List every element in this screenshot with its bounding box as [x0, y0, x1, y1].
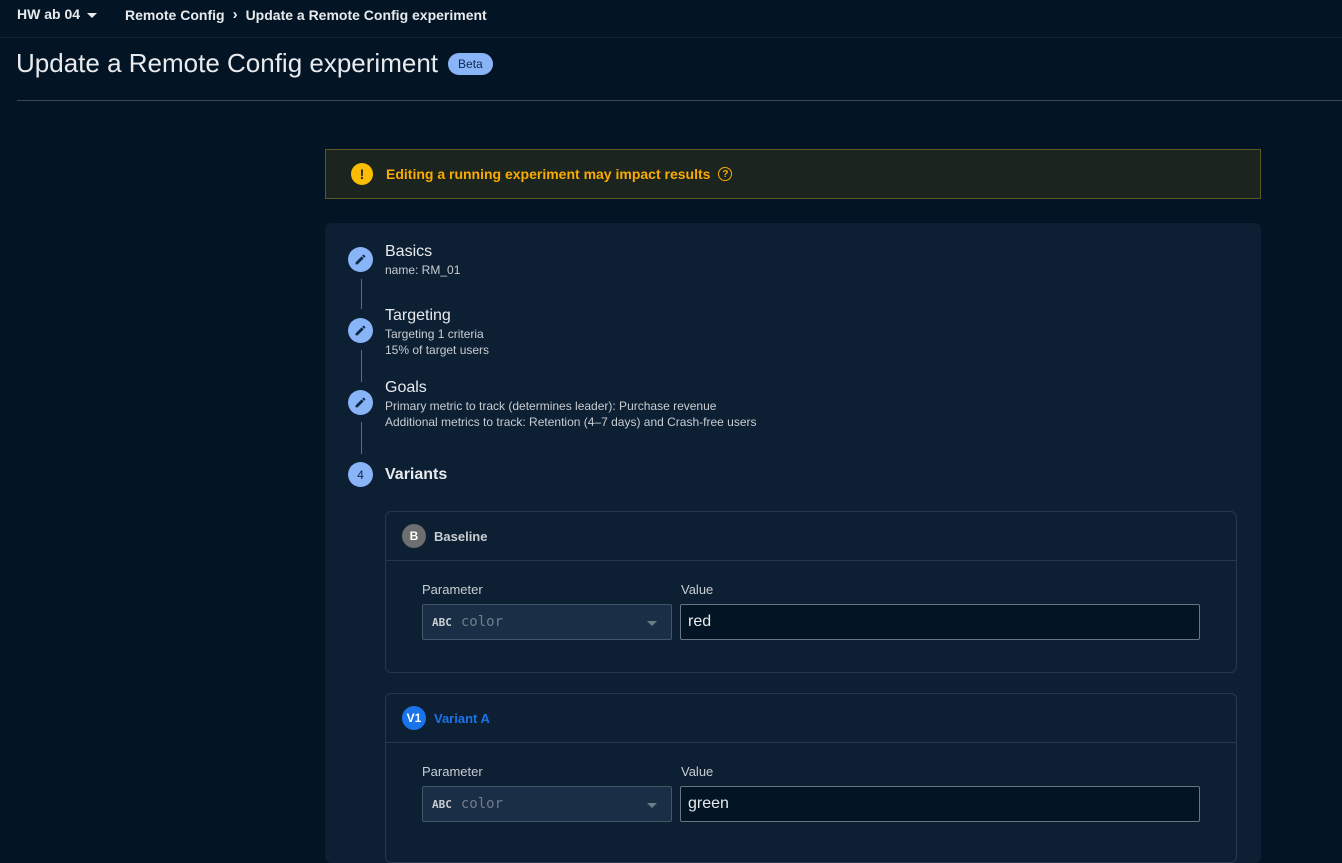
breadcrumb-remote-config[interactable]: Remote Config: [125, 7, 225, 23]
step-targeting-title: Targeting: [385, 307, 451, 324]
top-bar: HW ab 04 Remote Config › Update a Remote…: [0, 0, 1342, 38]
step-goals-title: Goals: [385, 379, 427, 396]
step-basics-detail: name: RM_01: [385, 263, 461, 277]
value-label: Value: [681, 764, 714, 779]
step-goals-detail: Additional metrics to track: Retention (…: [385, 415, 757, 429]
step-connector: [361, 422, 362, 454]
value-input[interactable]: [680, 786, 1200, 822]
edit-icon: [355, 325, 366, 336]
parameter-name: color: [460, 614, 504, 630]
parameter-label: Parameter: [422, 582, 483, 597]
page-header: Update a Remote Config experiment Beta: [16, 48, 493, 79]
step-goals-detail: Primary metric to track (determines lead…: [385, 399, 717, 413]
chevron-down-icon: [647, 621, 657, 626]
variant-name: Variant A: [434, 710, 490, 726]
experiment-card: Basics name: RM_01 Targeting Targeting 1…: [325, 223, 1261, 863]
warning-text: Editing a running experiment may impact …: [386, 166, 711, 182]
step-connector: [361, 350, 362, 382]
step-connector: [361, 279, 362, 309]
edit-icon: [355, 397, 366, 408]
edit-goals-button[interactable]: [348, 390, 373, 415]
project-selector[interactable]: HW ab 04: [17, 6, 98, 22]
value-input[interactable]: [680, 604, 1200, 640]
parameter-label: Parameter: [422, 764, 483, 779]
beta-badge: Beta: [448, 52, 493, 75]
exclamation-icon: !: [351, 163, 373, 185]
breadcrumb-current: Update a Remote Config experiment: [245, 6, 487, 23]
step-targeting-detail: 15% of target users: [385, 343, 490, 357]
parameter-select[interactable]: ABC color: [422, 786, 672, 822]
title-divider: [17, 100, 1342, 101]
variant-badge: B: [402, 524, 426, 548]
value-label: Value: [681, 582, 714, 597]
page-title: Update a Remote Config experiment: [16, 48, 439, 78]
chevron-down-icon: [647, 803, 657, 808]
help-icon[interactable]: ?: [718, 167, 733, 181]
breadcrumb: Remote Config › Update a Remote Config e…: [125, 6, 487, 23]
step-number-badge: 4: [348, 462, 373, 487]
parameter-name: color: [460, 796, 504, 812]
chevron-right-icon: ›: [232, 6, 238, 23]
step-variants-title: Variants: [385, 466, 448, 483]
warning-banner: ! Editing a running experiment may impac…: [325, 149, 1261, 199]
variant-badge: V1: [402, 706, 426, 730]
project-name: HW ab 04: [17, 6, 81, 22]
variant-header: B Baseline: [386, 512, 1236, 561]
variant-name: Baseline: [434, 528, 488, 544]
variant-a: V1 Variant A Parameter Value ABC color: [385, 693, 1237, 863]
string-type-icon: ABC: [432, 797, 452, 811]
step-targeting-detail: Targeting 1 criteria: [385, 327, 484, 341]
edit-targeting-button[interactable]: [348, 318, 373, 343]
variant-header: V1 Variant A: [386, 694, 1236, 743]
step-basics-title: Basics: [385, 243, 433, 260]
edit-icon: [355, 254, 366, 265]
parameter-select[interactable]: ABC color: [422, 604, 672, 640]
edit-basics-button[interactable]: [348, 247, 373, 272]
variant-baseline: B Baseline Parameter Value ABC color: [385, 511, 1237, 673]
chevron-down-icon: [87, 12, 98, 18]
string-type-icon: ABC: [432, 615, 452, 629]
